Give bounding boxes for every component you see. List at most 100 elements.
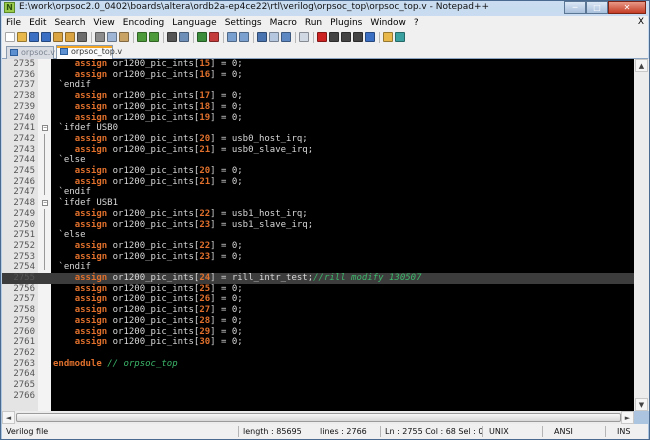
menu-help[interactable]: ? <box>410 18 423 28</box>
code-line[interactable]: 2747 `endif <box>2 187 634 198</box>
menu-settings[interactable]: Settings <box>221 18 266 28</box>
code-line[interactable]: 2736 assign or1200_pic_ints[16] = 0; <box>2 70 634 81</box>
code-line[interactable]: 2764 <box>2 369 634 380</box>
code-line[interactable]: 2738 assign or1200_pic_ints[17] = 0; <box>2 91 634 102</box>
spell-check-icon[interactable] <box>395 32 405 42</box>
menu-plugins[interactable]: Plugins <box>326 18 366 28</box>
code-line[interactable]: 2749 assign or1200_pic_ints[22] = usb1_h… <box>2 209 634 220</box>
menu-run[interactable]: Run <box>301 18 326 28</box>
minimize-button[interactable]: ─ <box>564 1 586 14</box>
close-icon[interactable] <box>53 32 63 42</box>
scroll-down-icon[interactable]: ▼ <box>635 398 648 411</box>
code-token: ] = rill_intr_test; <box>210 273 314 283</box>
zoom-in-icon[interactable] <box>197 32 207 42</box>
close-all-icon[interactable] <box>65 32 75 42</box>
code-line[interactable]: 2766 <box>2 391 634 402</box>
menu-window[interactable]: Window <box>366 18 410 28</box>
code-line[interactable]: 2748− `ifdef USB1 <box>2 198 634 209</box>
word-wrap-icon[interactable] <box>257 32 267 42</box>
code-line[interactable]: 2737 `endif <box>2 80 634 91</box>
sync-v-icon[interactable] <box>227 32 237 42</box>
save-all-icon[interactable] <box>41 32 51 42</box>
zoom-out-icon[interactable] <box>209 32 219 42</box>
code-line[interactable]: 2757 assign or1200_pic_ints[26] = 0; <box>2 294 634 305</box>
close-window-button[interactable]: ✕ <box>608 1 646 14</box>
replace-icon[interactable] <box>179 32 189 42</box>
code-line[interactable]: 2759 assign or1200_pic_ints[28] = 0; <box>2 316 634 327</box>
menu-edit[interactable]: Edit <box>25 18 50 28</box>
doc-map-icon[interactable] <box>299 32 309 42</box>
new-file-icon[interactable] <box>5 32 15 42</box>
maximize-button[interactable]: □ <box>586 1 608 14</box>
notepadpp-app-icon[interactable]: N <box>4 2 15 13</box>
indent-guide-icon[interactable] <box>281 32 291 42</box>
status-encoding: ANSI <box>554 427 573 436</box>
scroll-left-icon[interactable]: ◄ <box>2 411 15 424</box>
horizontal-scroll-thumb[interactable] <box>16 413 621 422</box>
save-macro-icon[interactable] <box>365 32 375 42</box>
tab-orpsoc[interactable]: orpsoc.v <box>6 46 55 59</box>
undo-icon[interactable] <box>137 32 147 42</box>
stop-macro-icon[interactable] <box>329 32 339 42</box>
current-code-line[interactable]: 2755 assign or1200_pic_ints[24] = rill_i… <box>2 273 634 284</box>
redo-icon[interactable] <box>149 32 159 42</box>
vertical-scrollbar[interactable]: ▲ ▼ <box>634 59 649 411</box>
menu-encoding[interactable]: Encoding <box>119 18 168 28</box>
line-number: 2766 <box>13 390 35 401</box>
code-line[interactable]: 2743 assign or1200_pic_ints[21] = usb0_s… <box>2 145 634 156</box>
code-line[interactable]: 2735 assign or1200_pic_ints[15] = 0; <box>2 59 634 70</box>
menu-language[interactable]: Language <box>168 18 220 28</box>
code-line[interactable]: 2752 assign or1200_pic_ints[22] = 0; <box>2 241 634 252</box>
code-line[interactable]: 2761 assign or1200_pic_ints[30] = 0; <box>2 337 634 348</box>
code-token: or1200_pic_ints[ <box>107 69 200 80</box>
toolbar-separator <box>91 31 92 43</box>
code-line[interactable]: 2762 <box>2 348 634 359</box>
title-bar[interactable]: N E:\work\orpsoc2.0_0402\boards\altera\o… <box>1 1 649 15</box>
menu-file[interactable]: File <box>2 18 25 28</box>
menu-view[interactable]: View <box>89 18 118 28</box>
code-line[interactable]: 2754 `endif <box>2 262 634 273</box>
close-document-button[interactable]: X <box>638 17 644 27</box>
code-editor[interactable]: 2735 assign or1200_pic_ints[15] = 0; 2736… <box>2 59 634 411</box>
show-all-icon[interactable] <box>269 32 279 42</box>
code-line[interactable]: 2739 assign or1200_pic_ints[18] = 0; <box>2 102 634 113</box>
code-line[interactable]: 2758 assign or1200_pic_ints[27] = 0; <box>2 305 634 316</box>
code-line[interactable]: 2744 `else <box>2 155 634 166</box>
notepad-window: N E:\work\orpsoc2.0_0402\boards\altera\o… <box>0 0 650 440</box>
toolbar <box>2 30 648 44</box>
toolbar-separator <box>193 31 194 43</box>
horizontal-scrollbar[interactable]: ◄ ► <box>2 411 634 424</box>
record-macro-icon[interactable] <box>317 32 327 42</box>
scroll-right-icon[interactable]: ► <box>621 411 634 424</box>
folder-icon[interactable] <box>383 32 393 42</box>
open-file-icon[interactable] <box>17 32 27 42</box>
code-token: or1200_pic_ints[ <box>107 144 200 155</box>
sync-h-icon[interactable] <box>239 32 249 42</box>
code-line[interactable]: 2742 assign or1200_pic_ints[20] = usb0_h… <box>2 134 634 145</box>
play-multiple-icon[interactable] <box>353 32 363 42</box>
code-line[interactable]: 2760 assign or1200_pic_ints[29] = 0; <box>2 327 634 338</box>
save-icon[interactable] <box>29 32 39 42</box>
print-icon[interactable] <box>77 32 87 42</box>
code-line[interactable]: 2745 assign or1200_pic_ints[20] = 0; <box>2 166 634 177</box>
code-line[interactable]: 2751 `else <box>2 230 634 241</box>
menu-macro[interactable]: Macro <box>266 18 301 28</box>
code-line[interactable]: 2746 assign or1200_pic_ints[21] = 0; <box>2 177 634 188</box>
fold-collapse-icon[interactable]: − <box>42 125 48 132</box>
paste-icon[interactable] <box>119 32 129 42</box>
fold-collapse-icon[interactable]: − <box>42 200 48 207</box>
code-line[interactable]: 2763 endmodule // orpsoc_top <box>2 359 634 370</box>
cut-icon[interactable] <box>95 32 105 42</box>
menu-search[interactable]: Search <box>51 18 90 28</box>
copy-icon[interactable] <box>107 32 117 42</box>
tab-orpsoc-top[interactable]: orpsoc_top.v <box>56 45 122 59</box>
code-line[interactable]: 2756 assign or1200_pic_ints[25] = 0; <box>2 284 634 295</box>
code-line[interactable]: 2753 assign or1200_pic_ints[23] = 0; <box>2 252 634 263</box>
code-line[interactable]: 2750 assign or1200_pic_ints[23] = usb1_s… <box>2 220 634 231</box>
code-line[interactable]: 2741− `ifdef USB0 <box>2 123 634 134</box>
find-icon[interactable] <box>167 32 177 42</box>
scroll-up-icon[interactable]: ▲ <box>635 59 648 72</box>
play-macro-icon[interactable] <box>341 32 351 42</box>
code-line[interactable]: 2740 assign or1200_pic_ints[19] = 0; <box>2 113 634 124</box>
code-line[interactable]: 2765 <box>2 380 634 391</box>
